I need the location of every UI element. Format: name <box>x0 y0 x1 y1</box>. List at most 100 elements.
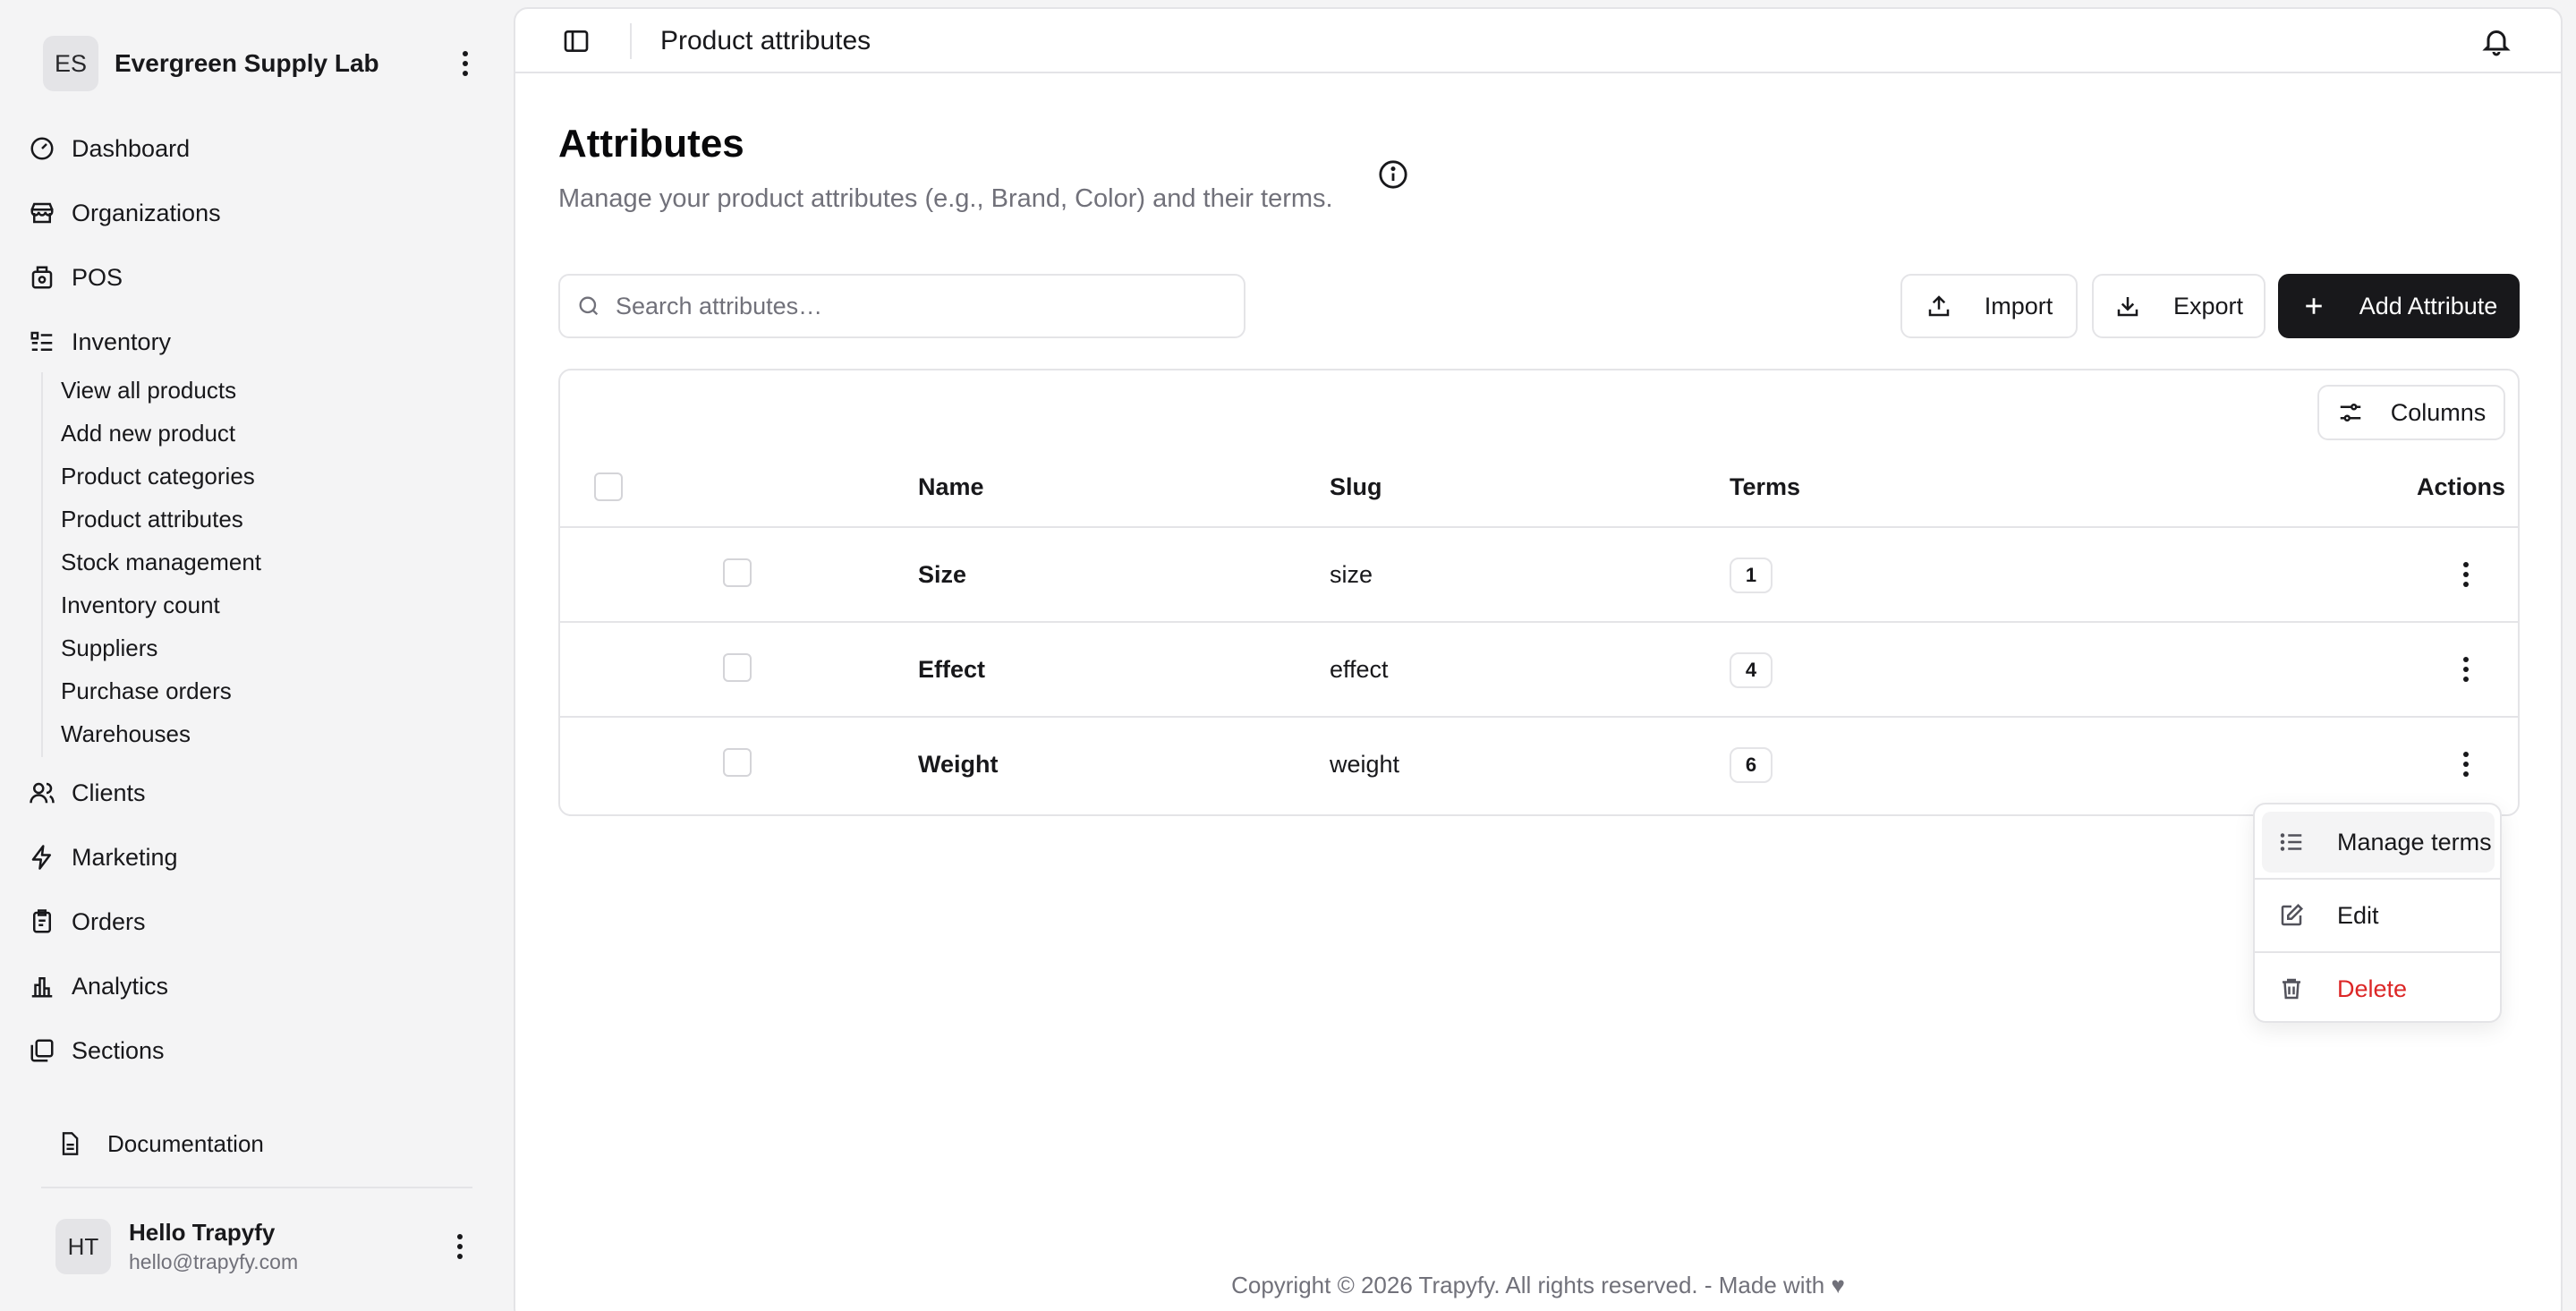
import-button[interactable]: Import <box>1900 274 2078 338</box>
page-title: Attributes <box>558 122 744 166</box>
row-slug: effect <box>1330 655 1389 683</box>
table-row: Size size 1 <box>560 528 2518 623</box>
export-button[interactable]: Export <box>2092 274 2266 338</box>
sidebar-item-sections[interactable]: Sections <box>29 1029 476 1072</box>
inventory-submenu: View all products Add new product Produc… <box>41 372 261 757</box>
row-checkbox[interactable] <box>723 748 752 777</box>
sidebar-item-marketing[interactable]: Marketing <box>29 836 476 879</box>
info-icon[interactable] <box>1378 159 1408 190</box>
sidebar-item-organizations[interactable]: Organizations <box>29 192 476 234</box>
import-label: Import <box>1984 292 2053 319</box>
cash-register-icon <box>29 264 55 291</box>
terms-badge: 6 <box>1730 747 1773 783</box>
org-avatar: ES <box>43 36 98 91</box>
upload-icon <box>1926 293 1952 319</box>
export-label: Export <box>2172 292 2244 319</box>
menu-item-delete[interactable]: Delete <box>2262 958 2495 1019</box>
row-actions-icon[interactable] <box>2450 653 2482 685</box>
sidebar-item-label: Inventory <box>72 328 172 355</box>
search-box[interactable] <box>558 274 1245 338</box>
row-checkbox[interactable] <box>723 653 752 682</box>
sliders-icon <box>2337 399 2364 426</box>
breadcrumb: Product attributes <box>660 26 871 55</box>
columns-button[interactable]: Columns <box>2317 385 2505 440</box>
list-icon <box>2278 829 2305 856</box>
row-name: Effect <box>918 655 986 683</box>
submenu-stock-management[interactable]: Stock management <box>61 544 261 580</box>
menu-item-label: Manage terms <box>2337 828 2492 856</box>
row-name: Size <box>918 560 967 588</box>
sidebar-item-label: Dashboard <box>72 134 191 162</box>
topbar-divider <box>630 23 632 59</box>
clipboard-icon <box>29 908 55 935</box>
add-attribute-label: Add Attribute <box>2359 292 2498 319</box>
sidebar-divider <box>41 1187 472 1188</box>
sidebar-item-label: Orders <box>72 907 146 935</box>
org-menu-icon[interactable] <box>449 44 481 83</box>
list-icon <box>29 328 55 355</box>
header-terms[interactable]: Terms <box>1730 469 1800 505</box>
menu-divider <box>2255 951 2500 953</box>
submenu-product-categories[interactable]: Product categories <box>61 458 255 494</box>
header-name[interactable]: Name <box>918 469 984 505</box>
user-menu-icon[interactable] <box>444 1227 476 1266</box>
bell-icon[interactable] <box>2478 23 2514 59</box>
sidebar-item-clients[interactable]: Clients <box>29 771 476 814</box>
sidebar-item-label: Marketing <box>72 843 178 871</box>
submenu-view-all-products[interactable]: View all products <box>61 372 236 408</box>
table-row: Weight weight 6 <box>560 718 2518 813</box>
sidebar-item-analytics[interactable]: Analytics <box>29 965 476 1008</box>
menu-item-edit[interactable]: Edit <box>2262 885 2495 946</box>
row-slug: weight <box>1330 750 1400 778</box>
org-name: Evergreen Supply Lab <box>115 49 379 77</box>
row-actions-icon[interactable] <box>2450 748 2482 780</box>
user-email: hello@trapyfy.com <box>129 1250 299 1273</box>
org-switcher[interactable]: ES Evergreen Supply Lab <box>43 36 481 91</box>
menu-item-manage-terms[interactable]: Manage terms <box>2262 812 2495 873</box>
edit-icon <box>2278 902 2305 929</box>
submenu-product-attributes[interactable]: Product attributes <box>61 501 243 537</box>
sidebar-item-inventory[interactable]: Inventory <box>29 320 476 363</box>
sidebar-item-pos[interactable]: POS <box>29 256 476 299</box>
sidebar-item-label: Organizations <box>72 199 221 226</box>
sidebar-item-label: POS <box>72 263 123 291</box>
submenu-inventory-count[interactable]: Inventory count <box>61 587 220 623</box>
submenu-suppliers[interactable]: Suppliers <box>61 630 157 666</box>
download-icon <box>2114 293 2141 319</box>
plus-icon <box>2300 293 2327 319</box>
sidebar-toggle-icon[interactable] <box>560 25 592 57</box>
sidebar-item-orders[interactable]: Orders <box>29 900 476 943</box>
sidebar: ES Evergreen Supply Lab Dashboard Organi… <box>0 0 514 1311</box>
row-checkbox[interactable] <box>723 558 752 587</box>
sidebar-item-label: Documentation <box>107 1129 264 1157</box>
sidebar-item-label: Sections <box>72 1036 165 1064</box>
row-slug: size <box>1330 560 1373 588</box>
add-attribute-button[interactable]: Add Attribute <box>2278 274 2520 338</box>
table-row: Effect effect 4 <box>560 623 2518 718</box>
submenu-add-new-product[interactable]: Add new product <box>61 415 235 451</box>
main-panel: Product attributes Attributes Manage you… <box>514 7 2563 1311</box>
submenu-purchase-orders[interactable]: Purchase orders <box>61 673 232 709</box>
store-icon <box>29 200 55 226</box>
search-input[interactable] <box>616 292 1224 320</box>
attributes-table: Columns Name Slug Terms Actions Size siz… <box>558 369 2520 816</box>
menu-item-label: Delete <box>2337 975 2408 1002</box>
search-icon <box>576 294 601 319</box>
sidebar-item-documentation[interactable]: Documentation <box>57 1124 264 1163</box>
sidebar-item-label: Analytics <box>72 972 169 1000</box>
row-actions-icon[interactable] <box>2450 558 2482 591</box>
columns-label: Columns <box>2390 398 2487 426</box>
gauge-icon <box>29 135 55 162</box>
user-menu[interactable]: HT Hello Trapyfy hello@trapyfy.com <box>55 1215 476 1278</box>
row-actions-menu: Manage terms Edit Delete <box>2253 803 2502 1023</box>
footer: Copyright © 2026 Trapyfy. All rights res… <box>1231 1271 1845 1298</box>
menu-item-label: Edit <box>2337 901 2379 929</box>
menu-divider <box>2255 878 2500 880</box>
layers-icon <box>29 1037 55 1064</box>
user-name: Hello Trapyfy <box>129 1219 276 1246</box>
select-all-checkbox[interactable] <box>594 472 623 501</box>
sidebar-item-label: Clients <box>72 779 146 806</box>
submenu-warehouses[interactable]: Warehouses <box>61 716 191 752</box>
header-slug[interactable]: Slug <box>1330 469 1382 505</box>
sidebar-item-dashboard[interactable]: Dashboard <box>29 127 476 170</box>
